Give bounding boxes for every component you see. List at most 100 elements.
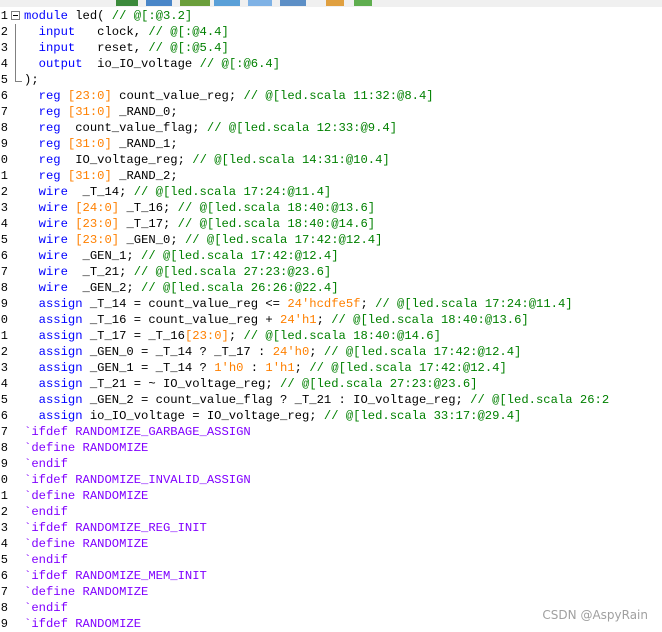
code-line[interactable]: 5 wire [23:0] _GEN_0; // @[led.scala 17:… (0, 232, 662, 248)
code-line[interactable]: 3 assign _GEN_1 = _T_14 ? 1'h0 : 1'h1; /… (0, 360, 662, 376)
code-line[interactable]: 9 `endif (0, 456, 662, 472)
line-number: 2 (0, 505, 8, 519)
code-text: `define RANDOMIZE (24, 585, 149, 599)
code-line[interactable]: 7 `define RANDOMIZE (0, 584, 662, 600)
code-line[interactable]: 2 input clock, // @[:@4.4] (0, 24, 662, 40)
code-line[interactable]: 0 assign _T_16 = count_value_reg + 24'h1… (0, 312, 662, 328)
code-line[interactable]: 6 reg [23:0] count_value_reg; // @[led.s… (0, 88, 662, 104)
code-text: `endif (24, 553, 68, 567)
code-line[interactable]: 1 assign _T_17 = _T_16[23:0]; // @[led.s… (0, 328, 662, 344)
line-number: 3 (0, 201, 8, 215)
code-line[interactable]: 9 reg [31:0] _RAND_1; (0, 136, 662, 152)
code-line[interactable]: 7 `ifdef RANDOMIZE_GARBAGE_ASSIGN (0, 424, 662, 440)
code-text: `define RANDOMIZE (24, 489, 149, 503)
line-number: 0 (0, 153, 8, 167)
line-number: 3 (0, 361, 8, 375)
code-text: input reset, // @[:@5.4] (38, 41, 229, 55)
code-text: reg [31:0] _RAND_1; (38, 137, 178, 151)
line-number: 4 (0, 57, 8, 71)
line-number: 5 (0, 393, 8, 407)
line-number: 5 (0, 233, 8, 247)
line-number: 2 (0, 185, 8, 199)
code-line[interactable]: 3 input reset, // @[:@5.4] (0, 40, 662, 56)
code-line[interactable]: 3 wire [24:0] _T_16; // @[led.scala 18:4… (0, 200, 662, 216)
code-text: `endif (24, 601, 68, 615)
code-line[interactable]: 8 wire _GEN_2; // @[led.scala 26:26:@22.… (0, 280, 662, 296)
code-text: assign _T_21 = ~ IO_voltage_reg; // @[le… (38, 377, 478, 391)
code-text: reg IO_voltage_reg; // @[led.scala 14:31… (38, 153, 390, 167)
code-line[interactable]: 1 reg [31:0] _RAND_2; (0, 168, 662, 184)
line-number: 7 (0, 585, 8, 599)
folder-icon[interactable] (146, 0, 172, 6)
fold-guide (15, 40, 16, 56)
terminal-icon[interactable] (248, 0, 272, 6)
code-text: wire _T_14; // @[led.scala 17:24:@11.4] (38, 185, 332, 199)
code-line[interactable]: 6 `ifdef RANDOMIZE_MEM_INIT (0, 568, 662, 584)
wrap-icon[interactable] (180, 0, 210, 6)
line-number: 1 (0, 9, 8, 23)
code-line[interactable]: 5 `endif (0, 552, 662, 568)
code-text: ); (24, 73, 39, 87)
code-text: assign io_IO_voltage = IO_voltage_reg; /… (38, 409, 522, 423)
code-text: wire [23:0] _T_17; // @[led.scala 18:40:… (38, 217, 376, 231)
code-line[interactable]: 8 reg count_value_flag; // @[led.scala 1… (0, 120, 662, 136)
code-text: assign _GEN_1 = _T_14 ? 1'h0 : 1'h1; // … (38, 361, 507, 375)
code-line[interactable]: 5 assign _GEN_2 = count_value_flag ? _T_… (0, 392, 662, 408)
code-line[interactable]: 7 reg [31:0] _RAND_0; (0, 104, 662, 120)
list-icon[interactable] (116, 0, 138, 6)
code-line[interactable]: 1 `define RANDOMIZE (0, 488, 662, 504)
code-line[interactable]: 4 output io_IO_voltage // @[:@6.4] (0, 56, 662, 72)
code-line[interactable]: 3 `ifdef RANDOMIZE_REG_INIT (0, 520, 662, 536)
code-text: `define RANDOMIZE (24, 537, 149, 551)
code-line[interactable]: 1 module led( // @[:@3.2] (0, 8, 662, 24)
code-line[interactable]: 4 wire [23:0] _T_17; // @[led.scala 18:4… (0, 216, 662, 232)
code-line[interactable]: 4 assign _T_21 = ~ IO_voltage_reg; // @[… (0, 376, 662, 392)
code-line[interactable]: 4 `define RANDOMIZE (0, 536, 662, 552)
code-editor[interactable]: 1 module led( // @[:@3.2] 2 input clock, /… (0, 8, 662, 632)
code-line[interactable]: 5); (0, 72, 662, 88)
code-text: assign _T_14 = count_value_reg <= 24'hcd… (38, 297, 573, 311)
code-text: reg [31:0] _RAND_0; (38, 105, 178, 119)
line-number: 6 (0, 569, 8, 583)
line-number: 7 (0, 425, 8, 439)
line-number: 2 (0, 25, 8, 39)
fold-toggle-icon[interactable] (11, 11, 20, 20)
code-line[interactable]: 6 wire _GEN_1; // @[led.scala 17:42:@12.… (0, 248, 662, 264)
code-text: reg count_value_flag; // @[led.scala 12:… (38, 121, 398, 135)
code-text: wire _GEN_2; // @[led.scala 26:26:@22.4] (38, 281, 339, 295)
code-text: wire _GEN_1; // @[led.scala 17:42:@12.4] (38, 249, 339, 263)
code-line[interactable]: 0 `ifdef RANDOMIZE_INVALID_ASSIGN (0, 472, 662, 488)
line-number: 2 (0, 345, 8, 359)
code-line[interactable]: 6 assign io_IO_voltage = IO_voltage_reg;… (0, 408, 662, 424)
undo-icon[interactable] (326, 0, 344, 6)
redo-icon[interactable] (354, 0, 372, 6)
dropdown-icon[interactable] (214, 0, 240, 6)
line-number: 6 (0, 89, 8, 103)
format-icon[interactable] (280, 0, 306, 6)
code-text: output io_IO_voltage // @[:@6.4] (38, 57, 281, 71)
line-number: 9 (0, 297, 8, 311)
code-text: `ifdef RANDOMIZE (24, 617, 142, 631)
code-text: module led( // @[:@3.2] (24, 9, 193, 23)
line-number: 6 (0, 409, 8, 423)
code-line[interactable]: 8 `define RANDOMIZE (0, 440, 662, 456)
line-number: 1 (0, 329, 8, 343)
toolbar (0, 0, 662, 7)
line-number: 1 (0, 169, 8, 183)
code-line[interactable]: 2 assign _GEN_0 = _T_14 ? _T_17 : 24'h0;… (0, 344, 662, 360)
code-line[interactable]: 0 reg IO_voltage_reg; // @[led.scala 14:… (0, 152, 662, 168)
code-line[interactable]: 2 `endif (0, 504, 662, 520)
line-number: 3 (0, 41, 8, 55)
line-number: 9 (0, 137, 8, 151)
code-line[interactable]: 7 wire _T_21; // @[led.scala 27:23:@23.6… (0, 264, 662, 280)
line-number: 8 (0, 121, 8, 135)
line-number: 7 (0, 105, 8, 119)
code-line[interactable]: 9 assign _T_14 = count_value_reg <= 24'h… (0, 296, 662, 312)
line-number: 3 (0, 521, 8, 535)
line-number: 4 (0, 377, 8, 391)
line-number: 5 (0, 73, 8, 87)
code-line[interactable]: 2 wire _T_14; // @[led.scala 17:24:@11.4… (0, 184, 662, 200)
line-number: 0 (0, 313, 8, 327)
line-number: 9 (0, 457, 8, 471)
code-text: wire _T_21; // @[led.scala 27:23:@23.6] (38, 265, 332, 279)
